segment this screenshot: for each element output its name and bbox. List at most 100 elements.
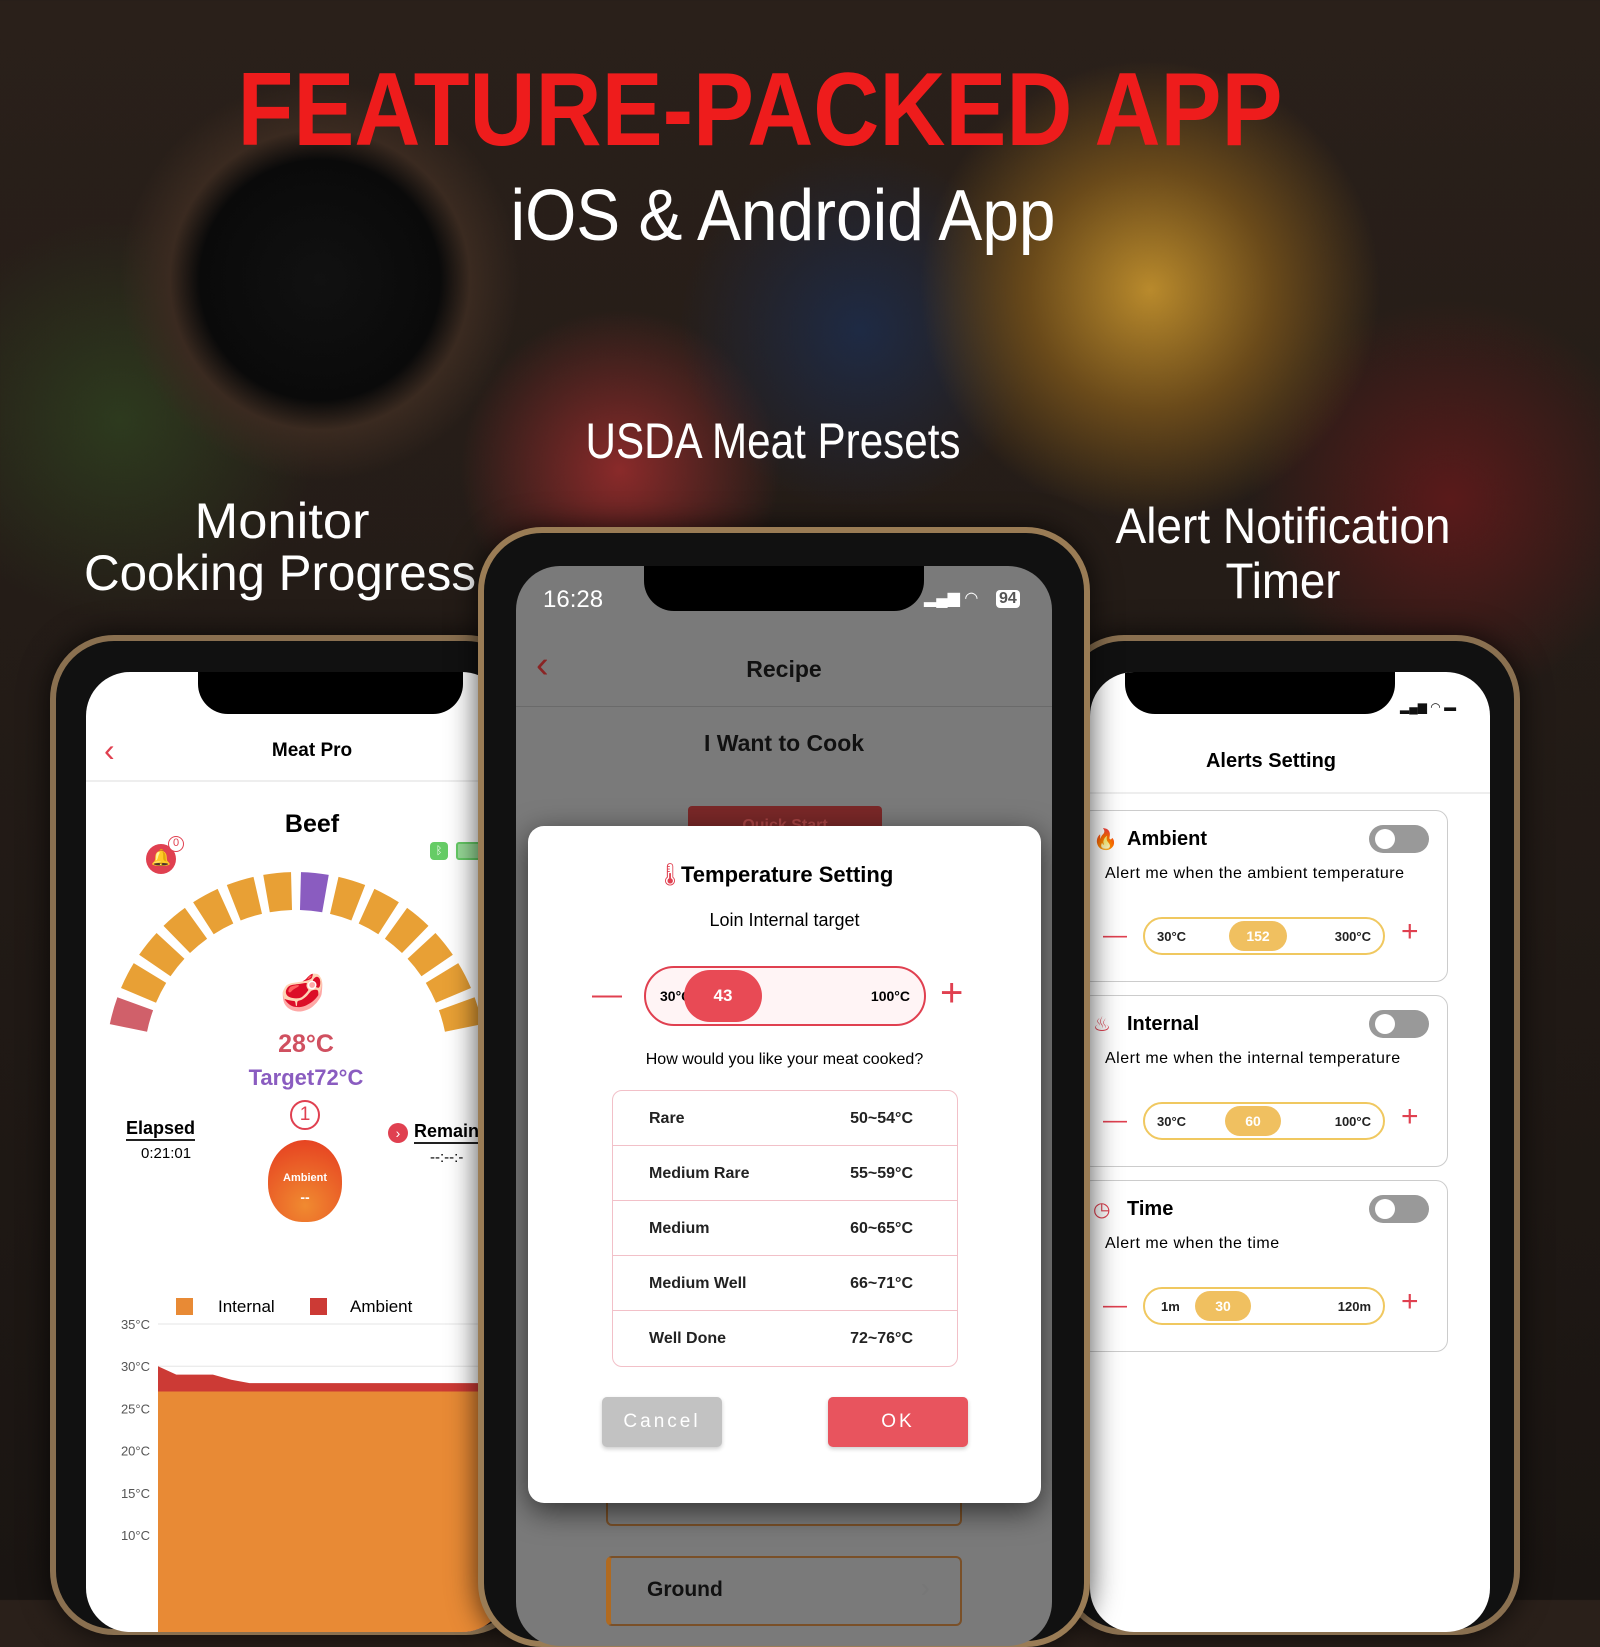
doneness-question: How would you like your meat cooked? xyxy=(645,1051,924,1068)
thermometer-icon: 🌡 xyxy=(656,862,684,887)
y-tick-label: 30°C xyxy=(121,1359,150,1374)
gauge-segment xyxy=(330,876,366,921)
decrease-button[interactable]: — xyxy=(1103,1291,1127,1321)
slider-max: 120m xyxy=(1337,1299,1371,1314)
recipe-screen: 16:28 ▂▄▆ ◠ 94 ‹ Recipe I Want to Cook Q… xyxy=(516,566,1052,1646)
doneness-range: 66~71°C xyxy=(850,1275,913,1292)
target-temp: Target72°C xyxy=(248,1065,364,1090)
alert-slider[interactable]: 30°C 60 100°C xyxy=(1143,1102,1385,1140)
remaining-value: --:--:- xyxy=(430,1149,464,1166)
y-tick-label: 20°C xyxy=(121,1444,150,1459)
doneness-row[interactable]: Well Done 72~76°C xyxy=(613,1311,957,1366)
increase-button[interactable]: + xyxy=(1401,917,1419,947)
gauge-segment xyxy=(438,997,483,1032)
divider xyxy=(1090,792,1490,794)
slider-max: 300°C xyxy=(1334,929,1371,944)
increase-button[interactable]: + xyxy=(1401,1102,1419,1132)
alert-toggle[interactable] xyxy=(1369,825,1429,853)
feature-monitor-line2: Cooking Progress xyxy=(84,545,476,601)
doneness-name: Medium Rare xyxy=(649,1165,750,1182)
flame-icon: 🔥 xyxy=(1093,829,1118,851)
alert-title: Ambient xyxy=(1127,828,1207,850)
gauge-segment xyxy=(299,872,329,913)
feature-alert-line1: Alert Notification xyxy=(1116,498,1451,554)
slider-thumb-value[interactable]: 60 xyxy=(1225,1106,1281,1136)
doneness-range: 72~76°C xyxy=(850,1330,913,1347)
slider-thumb-value[interactable]: 43 xyxy=(684,970,762,1022)
divider xyxy=(516,706,1052,707)
middle-phone: 16:28 ▂▄▆ ◠ 94 ‹ Recipe I Want to Cook Q… xyxy=(478,527,1090,1647)
modal-title: Temperature Setting xyxy=(681,862,894,887)
slider-thumb-value[interactable]: 152 xyxy=(1229,921,1287,951)
alert-toggle[interactable] xyxy=(1369,1010,1429,1038)
slider-min: 30°C xyxy=(1157,929,1187,944)
doneness-table: Rare 50~54°C Medium Rare 55~59°C Medium 60~65… xyxy=(612,1090,958,1367)
gauge-segment xyxy=(226,876,262,921)
list-item-ground[interactable]: Ground › xyxy=(606,1556,962,1626)
nav-title: Alerts Setting xyxy=(1205,750,1337,772)
doneness-name: Well Done xyxy=(649,1330,727,1347)
alert-card-ambient: 🔥 Ambient Alert me when the ambient temp… xyxy=(1090,810,1448,982)
slider-max: 100°C xyxy=(870,988,910,1004)
alert-toggle[interactable] xyxy=(1369,1195,1429,1223)
status-icons: ▂▄▆ ◠ ▬ xyxy=(1400,700,1457,714)
area-internal xyxy=(158,1391,506,1632)
alerts-screen: ▂▄▆ ◠ ▬ Alerts Setting 🔥 Ambient Alert m… xyxy=(1090,672,1490,1632)
status-time: 16:28 xyxy=(543,586,604,613)
alert-description: Alert me when the internal temperature xyxy=(1105,1050,1401,1067)
gauge-segment xyxy=(358,888,399,935)
decrease-button[interactable]: — xyxy=(592,980,622,1010)
alert-card-internal: ♨ Internal Alert me when the internal te… xyxy=(1090,995,1448,1167)
right-phone: ▂▄▆ ◠ ▬ Alerts Setting 🔥 Ambient Alert m… xyxy=(1060,635,1520,1635)
elapsed-value: 0:21:01 xyxy=(141,1145,192,1162)
temperature-slider[interactable]: 30°C 43 100°C xyxy=(644,966,926,1026)
ok-button[interactable]: OK xyxy=(828,1397,968,1447)
alert-slider[interactable]: 1m 30 120m xyxy=(1143,1287,1385,1325)
decrease-button[interactable]: — xyxy=(1103,921,1127,951)
temperature-setting-modal: 🌡 Temperature Setting Loin Internal targ… xyxy=(528,826,1041,1503)
remaining-chevron-icon[interactable]: › xyxy=(388,1123,408,1143)
doneness-range: 55~59°C xyxy=(850,1165,913,1182)
alert-description: Alert me when the time xyxy=(1105,1235,1280,1252)
doneness-row[interactable]: Rare 50~54°C xyxy=(613,1091,957,1146)
temperature-chart: 35°C 30°C 25°C 20°C 15°C 10°C xyxy=(121,1317,506,1632)
headline-title: FEATURE-PACKED APP xyxy=(238,52,1283,168)
doneness-name: Medium xyxy=(649,1220,710,1237)
y-tick-label: 25°C xyxy=(121,1401,150,1416)
decrease-button[interactable]: — xyxy=(1103,1106,1127,1136)
alert-title: Internal xyxy=(1127,1013,1200,1035)
slider-max: 100°C xyxy=(1334,1114,1371,1129)
ambient-value: -- xyxy=(300,1189,310,1205)
steak-icon: 🥩 xyxy=(280,972,325,1013)
doneness-row[interactable]: Medium 60~65°C xyxy=(613,1201,957,1256)
left-phone: ‹ Meat Pro Beef 🔔 0 ᛒ 🥩 28°C Target72°C … xyxy=(50,635,530,1635)
nav-title: Recipe xyxy=(746,656,822,682)
notch xyxy=(644,566,924,611)
meat-pro-screen: ‹ Meat Pro Beef 🔔 0 ᛒ 🥩 28°C Target72°C … xyxy=(86,672,506,1632)
gauge-segment xyxy=(121,963,167,1003)
gauge-segment xyxy=(109,997,154,1032)
doneness-name: Rare xyxy=(649,1110,685,1127)
list-item-label: Ground xyxy=(647,1578,723,1601)
doneness-name: Medium Well xyxy=(649,1275,747,1292)
section-title: I Want to Cook xyxy=(703,730,865,756)
modal-subtitle: Loin Internal target xyxy=(709,910,860,930)
ambient-label: Ambient xyxy=(283,1172,327,1184)
slider-thumb-value[interactable]: 30 xyxy=(1195,1291,1251,1321)
alert-slider[interactable]: 30°C 152 300°C xyxy=(1143,917,1385,955)
elapsed-label: Elapsed xyxy=(126,1118,196,1141)
slider-min: 30°C xyxy=(1157,1114,1187,1129)
alert-card-time: ◷ Time Alert me when the time — 1m 30 12… xyxy=(1090,1180,1448,1352)
feature-monitor-line1: Monitor xyxy=(195,493,370,549)
current-temp: 28°C xyxy=(278,1030,334,1058)
doneness-row[interactable]: Medium Well 66~71°C xyxy=(613,1256,957,1311)
chevron-right-icon: › xyxy=(920,1572,930,1603)
probe-number[interactable]: 1 xyxy=(290,1100,320,1130)
alert-title: Time xyxy=(1127,1198,1174,1220)
feature-alert-line2: Timer xyxy=(1226,553,1341,609)
doneness-row[interactable]: Medium Rare 55~59°C xyxy=(613,1146,957,1201)
increase-button[interactable]: + xyxy=(1401,1287,1419,1317)
increase-button[interactable]: + xyxy=(940,973,963,1013)
doneness-range: 50~54°C xyxy=(850,1110,913,1127)
cancel-button[interactable]: Cancel xyxy=(602,1397,722,1447)
